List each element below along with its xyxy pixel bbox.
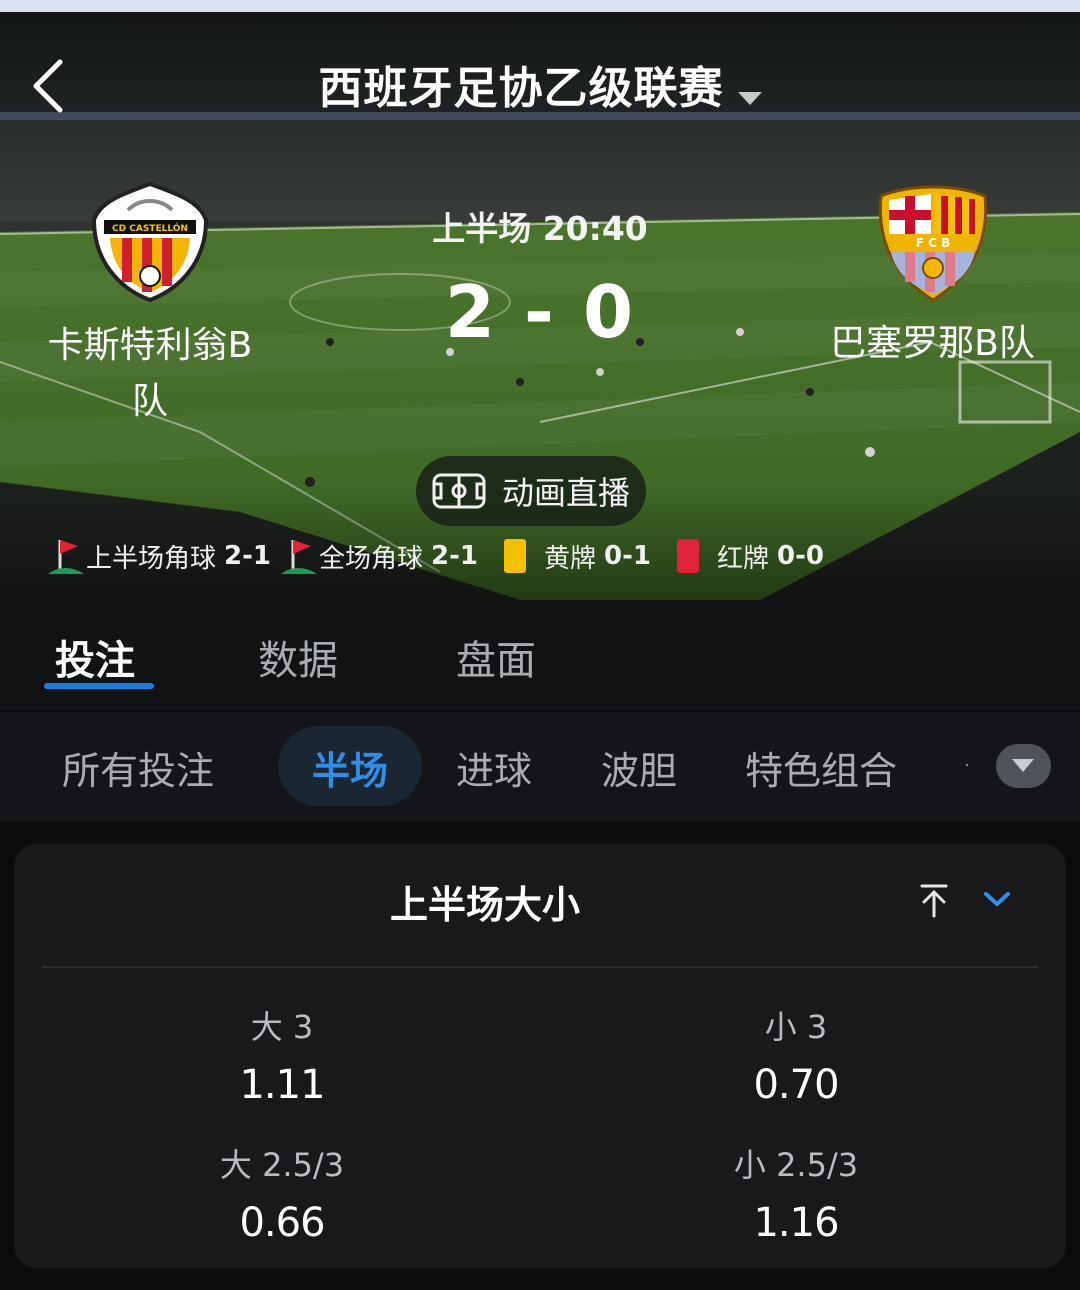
red-cards-stat: 红牌 0-0	[677, 538, 824, 575]
odd-label: 大 2.5/3	[219, 1146, 345, 1184]
league-title: 西班牙足协乙级联赛	[318, 63, 724, 114]
yellow-card-icon	[504, 539, 526, 573]
odd-label: 小 2.5/3	[733, 1146, 859, 1184]
red-cards-label: 红牌	[717, 543, 770, 574]
home-team-logo: CD CASTELLÓN	[91, 181, 209, 303]
red-cards-value: 0-0	[777, 541, 824, 571]
tab-data[interactable]: 数据	[258, 628, 338, 686]
home-team-name-line1: 卡斯特利翁B	[47, 325, 253, 366]
home-team: CD CASTELLÓN 卡斯特利翁B 队	[30, 180, 270, 430]
subtab-all-bets[interactable]: 所有投注	[62, 740, 214, 795]
tab-market[interactable]: 盘面	[456, 628, 536, 686]
full-corners-stat: 全场角球 2-1	[279, 536, 478, 576]
match-header: 西班牙足协乙级联赛 CD CASTELLÓN 卡斯特利翁B 队 上半场 20:4…	[0, 12, 1080, 600]
full-corners-label: 全场角球	[319, 543, 424, 574]
full-corners-value: 2-1	[431, 541, 478, 571]
league-selector[interactable]: 西班牙足协乙级联赛	[0, 52, 1080, 116]
corner-flag-icon	[281, 540, 317, 574]
live-animation-button[interactable]: 动画直播	[416, 456, 646, 526]
tab-bets[interactable]: 投注	[55, 628, 135, 686]
away-team: F C B 巴塞罗那B队	[815, 178, 1050, 372]
away-team-name: 巴塞罗那B队	[830, 323, 1035, 364]
corner-flag-icon	[48, 540, 84, 574]
odd-value: 1.16	[753, 1200, 839, 1246]
match-score: 2 - 0	[444, 270, 636, 354]
svg-text:CD CASTELLÓN: CD CASTELLÓN	[112, 222, 188, 234]
odd-over-3[interactable]: 大 3 1.11	[132, 1002, 432, 1108]
first-half-corners-label: 上半场角球	[86, 543, 217, 574]
market-divider	[42, 966, 1038, 968]
more-subtabs-button[interactable]	[996, 744, 1051, 788]
odd-value: 0.66	[239, 1200, 325, 1246]
odd-under-3[interactable]: 小 3 0.70	[646, 1002, 946, 1108]
odd-value: 1.11	[239, 1062, 325, 1108]
subtab-goals[interactable]: 进球	[456, 740, 532, 795]
home-team-name-line2: 队	[131, 381, 168, 422]
subtab-half-time[interactable]: 半场	[312, 740, 388, 795]
market-title: 上半场大小	[389, 883, 580, 927]
status-strip	[0, 0, 1080, 12]
pitch-icon	[432, 473, 486, 509]
first-half-corners-value: 2-1	[224, 541, 271, 571]
red-card-icon	[677, 539, 699, 573]
odd-value: 0.70	[753, 1062, 839, 1108]
main-tab-bar	[0, 600, 1080, 710]
subtab-correct-score[interactable]: 波胆	[601, 740, 677, 795]
away-team-logo: F C B	[878, 185, 987, 302]
match-period-clock: 上半场 20:40	[432, 209, 648, 248]
yellow-cards-label: 黄牌	[544, 543, 597, 574]
svg-text:F C B: F C B	[915, 236, 950, 250]
active-tab-indicator	[44, 683, 154, 689]
subtab-special-combos[interactable]: 特色组合	[745, 740, 897, 795]
match-stats-bar: 上半场角球 2-1 全场角球 2-1 黄牌 0-1 红牌 0-0	[46, 534, 832, 578]
odd-under-2-5-3[interactable]: 小 2.5/3 1.16	[646, 1140, 946, 1246]
live-animation-label: 动画直播	[501, 474, 630, 512]
yellow-cards-stat: 黄牌 0-1	[504, 538, 651, 575]
caret-down-icon	[737, 92, 762, 105]
yellow-cards-value: 0-1	[604, 541, 651, 571]
scroll-hint-dot	[966, 764, 968, 766]
odd-over-2-5-3[interactable]: 大 2.5/3 0.66	[132, 1140, 432, 1246]
odd-label: 大 3	[250, 1008, 314, 1046]
odd-label: 小 3	[764, 1008, 828, 1046]
first-half-corners-stat: 上半场角球 2-1	[46, 536, 271, 576]
chevron-down-icon[interactable]	[980, 884, 1014, 914]
pin-to-top-icon[interactable]	[914, 880, 954, 920]
